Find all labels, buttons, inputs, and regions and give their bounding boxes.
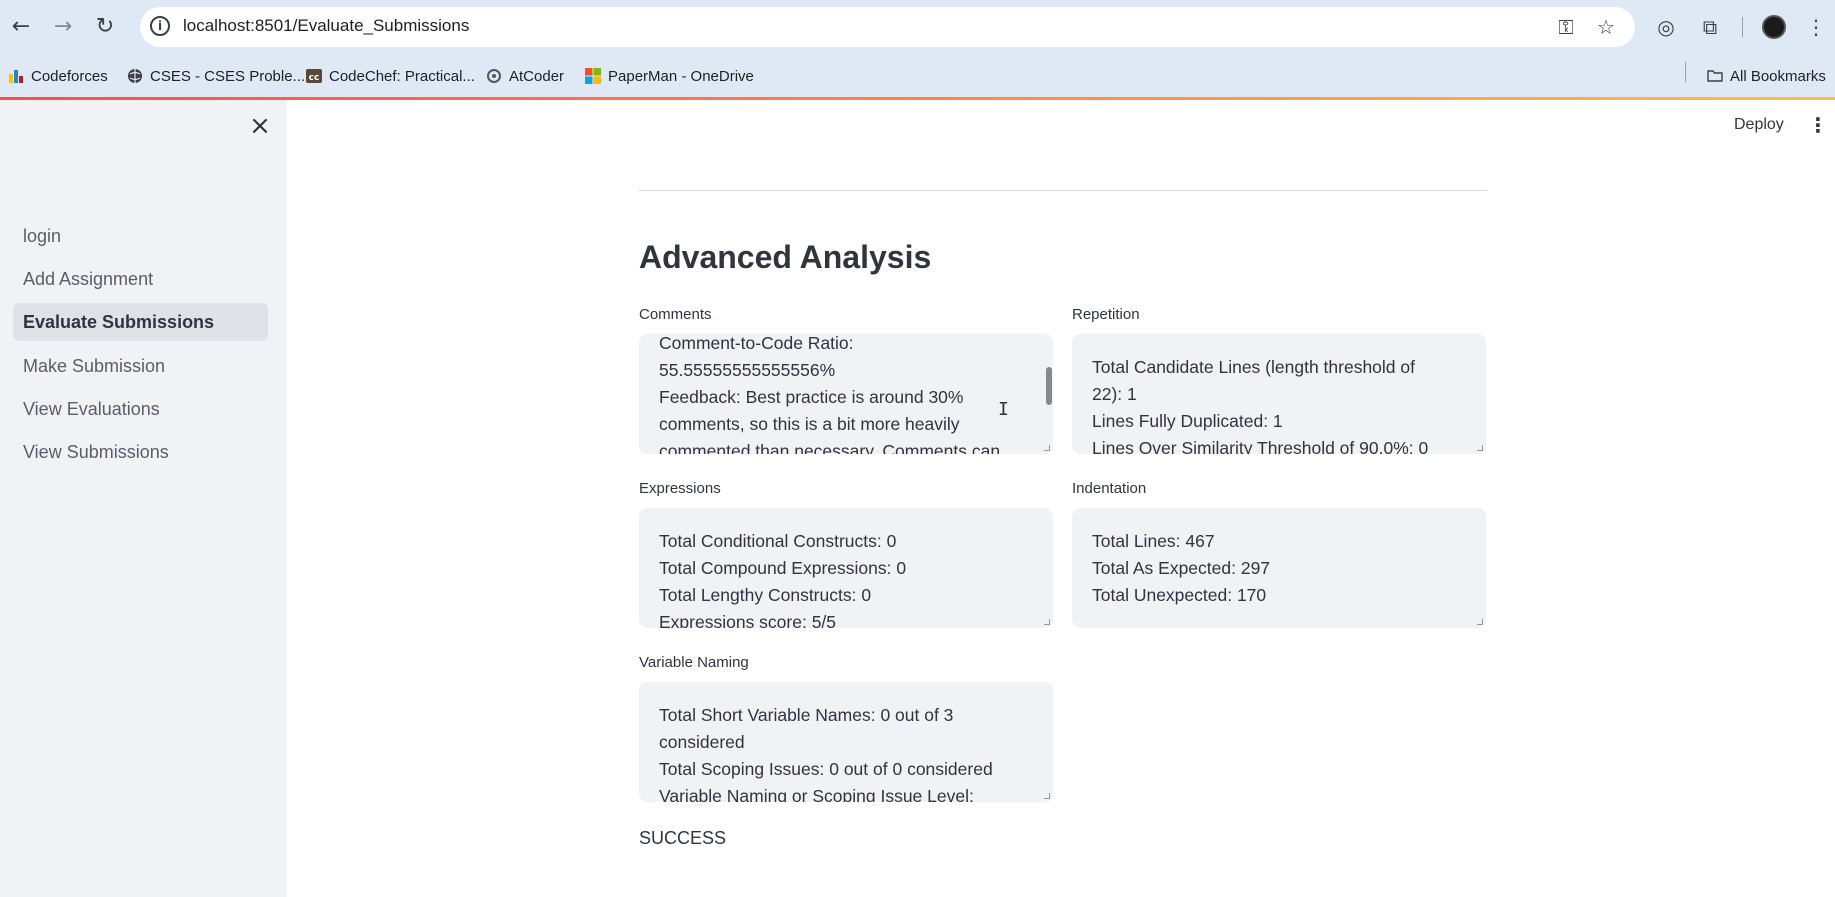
repetition-line: 22): 1 — [1092, 384, 1137, 404]
password-key-icon[interactable]: ⚿ — [1554, 15, 1578, 39]
indentation-line: Total Lines: 467 — [1092, 531, 1215, 551]
comments-line: commented than necessary. Comments can — [659, 441, 1001, 454]
codeforces-icon — [9, 70, 23, 83]
folder-icon — [1707, 70, 1723, 82]
expressions-label: Expressions — [639, 480, 721, 497]
browser-menu-icon[interactable]: ⋮ — [1803, 14, 1829, 40]
lens-icon[interactable]: ◎ — [1653, 14, 1679, 40]
indentation-textarea[interactable]: Total Lines: 467 Total As Expected: 297 … — [1072, 508, 1486, 628]
comments-line: Comment-to-Code Ratio: — [659, 334, 854, 353]
back-arrow-icon[interactable]: ← — [8, 14, 34, 40]
all-bookmarks[interactable]: All Bookmarks — [1707, 65, 1826, 87]
bookmark-label: CodeChef: Practical... — [329, 67, 475, 85]
expressions-line: Total Lengthy Constructs: 0 — [659, 585, 872, 605]
url-text[interactable]: localhost:8501/Evaluate_Submissions — [183, 16, 469, 36]
svg-text:cc: cc — [309, 73, 320, 83]
comments-textarea[interactable]: Comment-to-Code Ratio: 55.55555555555556… — [639, 334, 1053, 454]
resize-handle[interactable] — [1044, 793, 1050, 799]
variable-naming-line: considered — [659, 732, 745, 752]
sidebar-item-make-submission[interactable]: Make Submission — [13, 347, 268, 385]
atcoder-icon — [487, 69, 501, 83]
comments-line: 55.55555555555556% — [659, 360, 836, 380]
bookmark-label: Codeforces — [31, 67, 108, 85]
divider — [639, 190, 1487, 191]
bookmark-cses[interactable]: CSES - CSES Proble... — [127, 65, 305, 87]
microsoft-icon — [585, 68, 601, 84]
globe-icon — [128, 69, 142, 83]
expressions-textarea[interactable]: Total Conditional Constructs: 0 Total Co… — [639, 508, 1053, 628]
sidebar-item-add-assignment[interactable]: Add Assignment — [13, 260, 268, 298]
bookmark-codechef[interactable]: cc CodeChef: Practical... — [306, 65, 475, 87]
forward-arrow-icon[interactable]: → — [50, 14, 76, 40]
bookmark-label: PaperMan - OneDrive — [608, 67, 754, 85]
repetition-label: Repetition — [1072, 306, 1140, 323]
resize-handle[interactable] — [1044, 445, 1050, 451]
resize-handle[interactable] — [1477, 445, 1483, 451]
sidebar-item-login[interactable]: login — [13, 217, 268, 255]
reload-icon[interactable]: ↻ — [92, 14, 118, 40]
bookmark-label: CSES - CSES Proble... — [150, 67, 306, 85]
indentation-line: Total As Expected: 297 — [1092, 558, 1271, 578]
bookmark-paperman[interactable]: PaperMan - OneDrive — [585, 65, 754, 87]
comments-line: comments, so this is a bit more heavily — [659, 414, 960, 434]
bookmark-label: AtCoder — [509, 67, 565, 85]
main-menu-icon[interactable]: ⋮ — [1808, 113, 1828, 137]
sidebar: × login Add Assignment Evaluate Submissi… — [0, 100, 287, 897]
variable-naming-label: Variable Naming — [639, 654, 749, 671]
repetition-line: Lines Over Similarity Threshold of 90.0%… — [1092, 438, 1429, 454]
close-sidebar-icon[interactable]: × — [246, 112, 274, 140]
bookmark-atcoder[interactable]: AtCoder — [486, 65, 564, 87]
comments-scrollbar[interactable] — [1046, 367, 1052, 405]
variable-naming-line: Total Short Variable Names: 0 out of 3 — [659, 705, 954, 725]
repetition-line: Lines Fully Duplicated: 1 — [1092, 411, 1283, 431]
repetition-line: Total Candidate Lines (length threshold … — [1092, 357, 1415, 377]
comments-line: Feedback: Best practice is around 30% — [659, 387, 964, 407]
sidebar-item-view-evaluations[interactable]: View Evaluations — [13, 390, 268, 428]
resize-handle[interactable] — [1477, 619, 1483, 625]
text-cursor-icon: I — [998, 399, 1009, 420]
resize-handle[interactable] — [1044, 619, 1050, 625]
bookmarks-divider — [1685, 62, 1686, 82]
extensions-icon[interactable]: ⧉ — [1697, 14, 1723, 40]
bookmark-codeforces[interactable]: Codeforces — [8, 65, 108, 87]
bookmarks-bar: Codeforces CSES - CSES Proble... cc Code… — [0, 55, 1835, 97]
expressions-line: Expressions score: 5/5 — [659, 612, 837, 628]
deploy-button[interactable]: Deploy — [1734, 116, 1784, 134]
toolbar-divider — [1742, 17, 1743, 37]
variable-naming-line: Variable Naming or Scoping Issue Level: — [659, 786, 974, 802]
variable-naming-line: Total Scoping Issues: 0 out of 0 conside… — [659, 759, 993, 779]
profile-avatar[interactable] — [1762, 15, 1786, 39]
page-title: Advanced Analysis — [639, 239, 932, 275]
expressions-line: Total Compound Expressions: 0 — [659, 558, 907, 578]
all-bookmarks-label: All Bookmarks — [1730, 67, 1826, 85]
indentation-line: Total Unexpected: 170 — [1092, 585, 1267, 605]
site-info-icon[interactable]: i — [150, 16, 170, 36]
browser-toolbar: ← → ↻ i localhost:8501/Evaluate_Submissi… — [0, 0, 1835, 55]
repetition-textarea[interactable]: Total Candidate Lines (length threshold … — [1072, 334, 1486, 454]
indentation-label: Indentation — [1072, 480, 1147, 497]
status-text: SUCCESS — [639, 828, 727, 848]
sidebar-item-view-submissions[interactable]: View Submissions — [13, 433, 268, 471]
codechef-icon: cc — [306, 69, 322, 83]
bookmark-star-icon[interactable]: ☆ — [1594, 15, 1618, 39]
sidebar-item-evaluate-submissions[interactable]: Evaluate Submissions — [13, 303, 268, 341]
expressions-line: Total Conditional Constructs: 0 — [659, 531, 897, 551]
comments-label: Comments — [639, 306, 712, 323]
variable-naming-textarea[interactable]: Total Short Variable Names: 0 out of 3 c… — [639, 682, 1053, 802]
